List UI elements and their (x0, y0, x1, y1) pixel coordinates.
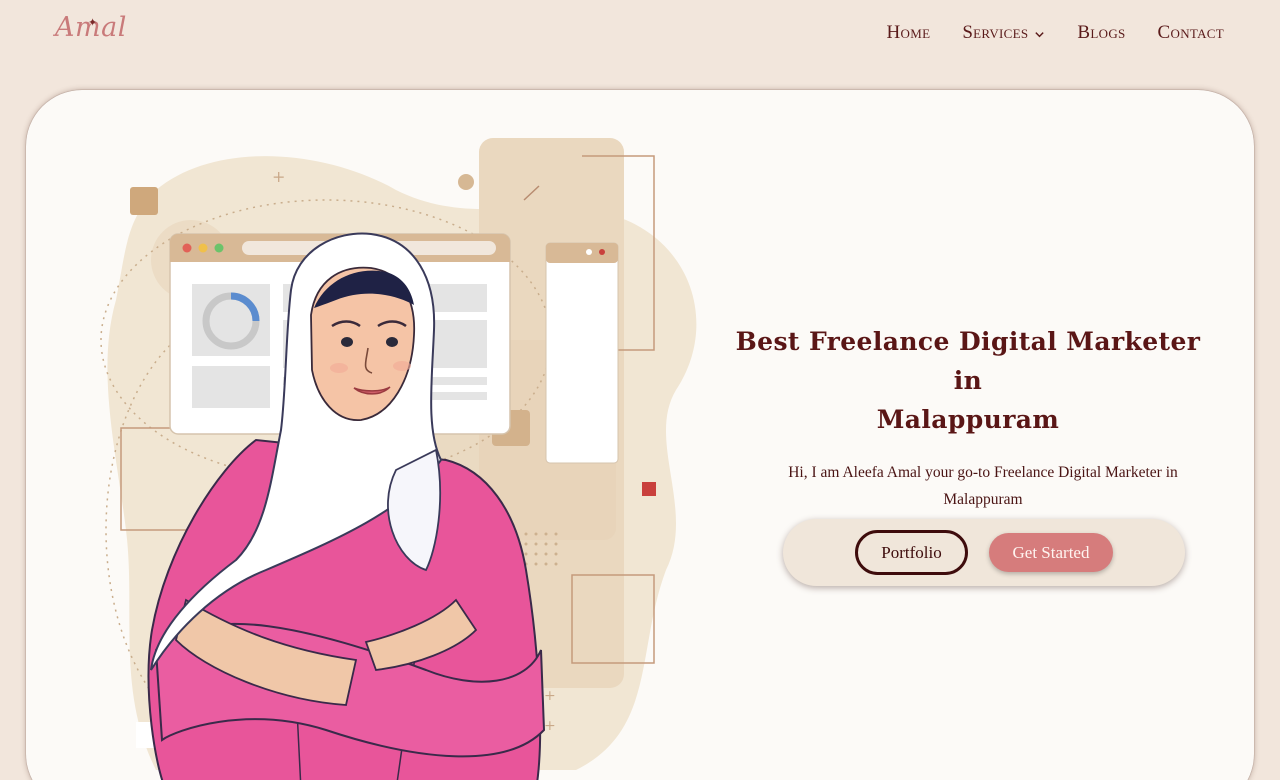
nav-home[interactable]: Home (887, 22, 931, 44)
nav-blogs-label: Blogs (1077, 22, 1126, 43)
nav-contact[interactable]: Contact (1158, 22, 1224, 44)
portfolio-button-label: Portfolio (881, 542, 942, 562)
portfolio-button[interactable]: Portfolio (855, 530, 968, 575)
hero-title-line2: Malappuram (876, 405, 1060, 434)
hero-illustration: + + + (100, 138, 697, 780)
cta-button-group: Portfolio Get Started (783, 519, 1185, 586)
svg-text:+: + (544, 688, 556, 704)
nav-home-label: Home (886, 22, 931, 43)
site-header: Amal ✦ Home Services Blogs Contact (0, 0, 1280, 70)
svg-text:+: + (544, 718, 556, 734)
mini-browser-window (545, 242, 619, 464)
svg-text:+: + (272, 167, 285, 186)
hero-text: Best Freelance Digital Marketer in Malap… (726, 322, 1210, 513)
site-logo[interactable]: Amal ✦ (55, 12, 127, 43)
hero-title: Best Freelance Digital Marketer in Malap… (726, 322, 1210, 439)
get-started-button[interactable]: Get Started (989, 533, 1113, 572)
hero-title-line1: Best Freelance Digital Marketer in (735, 327, 1201, 395)
hero-subtitle: Hi, I am Aleefa Amal your go-to Freelanc… (726, 459, 1210, 513)
hero-card: + + + Best Freelance Digital Marketer in… (26, 90, 1254, 780)
chevron-down-icon (1035, 31, 1045, 37)
nav-blogs[interactable]: Blogs (1077, 22, 1125, 44)
nav-contact-label: Contact (1157, 22, 1224, 43)
hero-subtitle-line1: Hi, I am Aleefa Amal your go-to Freelanc… (788, 464, 1178, 481)
hero-subtitle-line2: Malappuram (943, 491, 1023, 508)
nav-services-label: Services (962, 22, 1029, 43)
main-nav: Home Services Blogs Contact (887, 22, 1225, 44)
sparkle-icon: ✦ (88, 16, 98, 29)
nav-services[interactable]: Services (962, 22, 1045, 44)
get-started-button-label: Get Started (1012, 542, 1090, 562)
